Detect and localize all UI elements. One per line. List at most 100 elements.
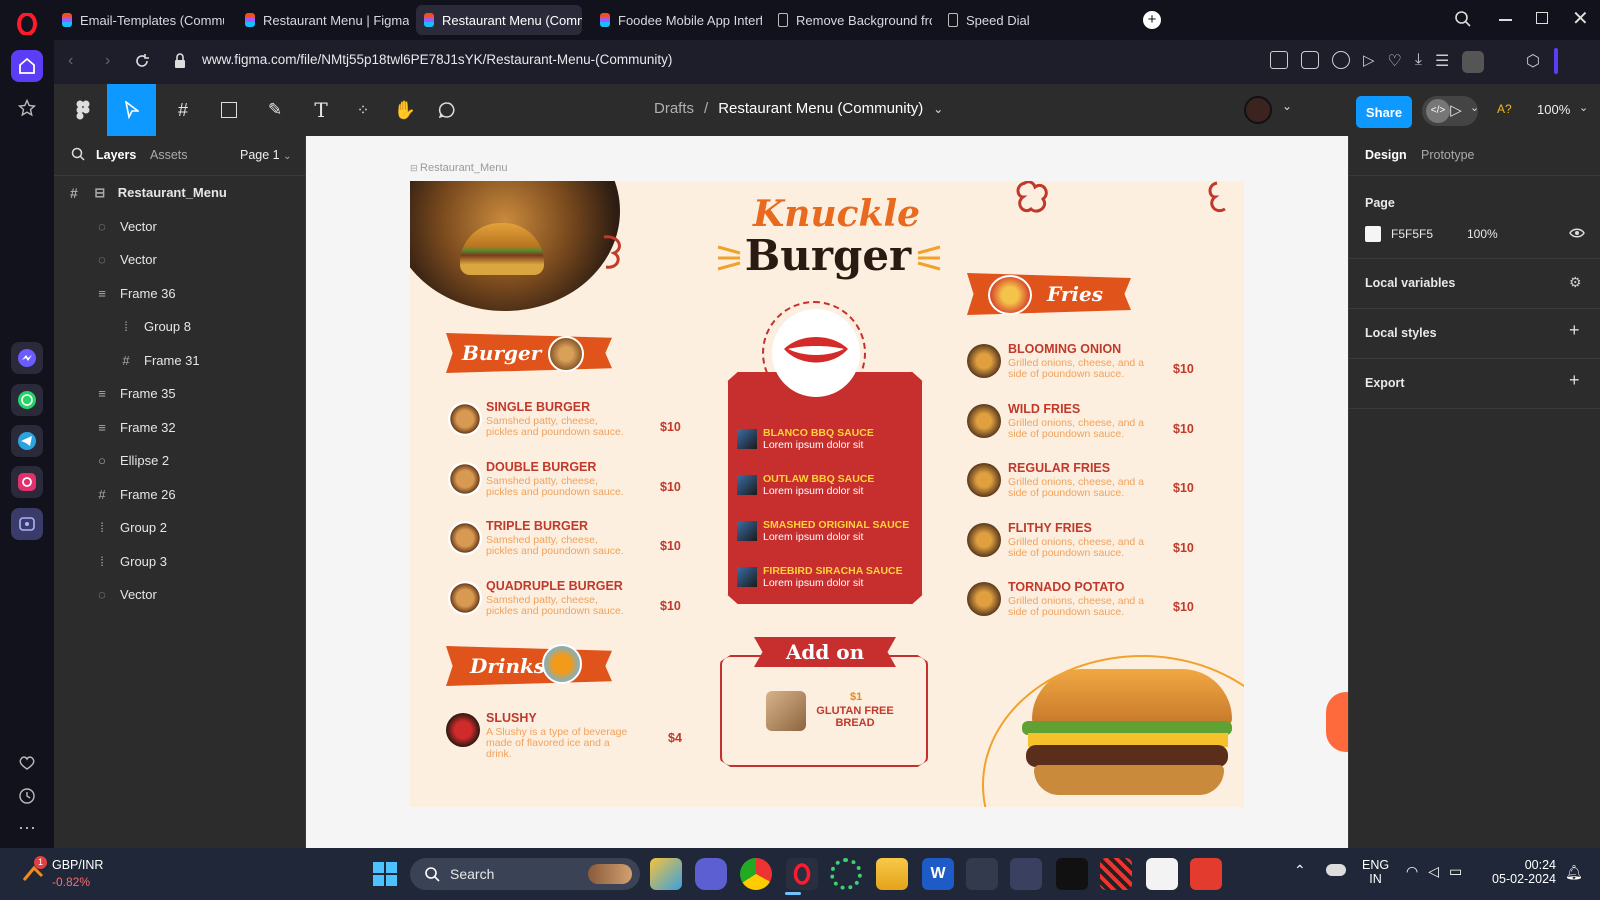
tray-chevron-up-icon[interactable]: ⌃ [1294, 862, 1306, 879]
download-icon[interactable]: ⤓ [1415, 51, 1422, 73]
instagram-icon[interactable] [11, 466, 43, 498]
onedrive-cloud-icon[interactable] [1326, 864, 1346, 876]
page-opacity-value[interactable]: 100% [1467, 227, 1498, 241]
resources-tool-icon[interactable]: ⁘ [350, 94, 376, 126]
favorite-heart-icon[interactable]: ♡ [1388, 51, 1402, 73]
text-tool-icon[interactable]: T [308, 94, 334, 126]
hand-tool-icon[interactable]: ✋ [392, 94, 418, 126]
profile-icon[interactable] [1462, 51, 1485, 73]
layer-row[interactable]: ≡ Frame 32 [54, 411, 305, 444]
tab-design[interactable]: Design [1365, 148, 1407, 162]
add-style-plus-icon[interactable]: + [1569, 320, 1580, 341]
history-clock-icon[interactable] [11, 780, 43, 812]
more-dots-icon[interactable]: ⋯ [11, 812, 43, 844]
windows-start-icon[interactable] [372, 861, 398, 887]
main-menu-figma-icon[interactable] [66, 94, 100, 126]
heart-icon[interactable] [11, 747, 43, 779]
minimize-icon[interactable] [1499, 19, 1512, 21]
taskbar-search[interactable]: Search [410, 858, 640, 890]
canvas[interactable]: ⊟ Restaurant_Menu Knuckle Burger Burger … [306, 136, 1348, 848]
frame-label[interactable]: ⊟ Restaurant_Menu [410, 162, 508, 174]
edit-icon[interactable] [1270, 51, 1288, 69]
easy-setup-icon[interactable]: ☰ [1435, 51, 1449, 73]
breadcrumb-drafts[interactable]: Drafts [654, 100, 694, 117]
adblock-icon[interactable] [1332, 51, 1350, 69]
browser-tab[interactable]: Email-Templates (Commun [54, 5, 224, 35]
pen-tool-icon[interactable]: ✎ [258, 94, 292, 126]
opera-logo-icon[interactable] [11, 8, 43, 40]
move-tool-icon[interactable] [107, 84, 156, 136]
layer-row[interactable]: # Frame 26 [54, 478, 305, 511]
browser-tab[interactable]: Speed Dial [940, 5, 1050, 35]
browser-tab[interactable]: Restaurant Menu | Figma [237, 5, 409, 35]
pdf-app-icon[interactable] [1190, 858, 1222, 890]
layer-row[interactable]: ≡ Frame 35 [54, 377, 305, 410]
tab-prototype[interactable]: Prototype [1421, 148, 1475, 162]
tab-assets[interactable]: Assets [150, 148, 188, 162]
layer-row[interactable]: ⁞ Group 8 [54, 310, 305, 343]
game-app-icon[interactable] [966, 858, 998, 890]
zoom-chevron-down-icon[interactable]: ⌄ [1579, 101, 1588, 114]
layer-row[interactable]: # ⊟ Restaurant_Menu [54, 176, 305, 209]
telegram-icon[interactable] [11, 425, 43, 457]
widgets-app-icon[interactable] [650, 858, 682, 890]
opera-app-icon[interactable] [786, 858, 818, 890]
browser-tab[interactable]: Restaurant Menu (Commu [416, 5, 582, 35]
zoom-level[interactable]: 100% [1537, 102, 1570, 117]
messenger-icon[interactable] [11, 342, 43, 374]
page-selector[interactable]: Page 1 ⌄ [240, 148, 292, 162]
calculator-app-icon[interactable] [1010, 858, 1042, 890]
stock-widget-icon[interactable]: 1 [22, 856, 47, 886]
checker-app-icon[interactable] [1100, 858, 1132, 890]
browser-tab[interactable]: Remove Background from [770, 5, 932, 35]
variables-settings-icon[interactable]: ⚙ [1569, 274, 1582, 291]
system-tray[interactable]: ◠ ◁ ▭ [1406, 863, 1462, 880]
layer-row[interactable]: ◌ Vector [54, 210, 305, 243]
restore-window-icon[interactable] [1536, 12, 1548, 24]
present-chevron-down-icon[interactable]: ⌄ [1470, 101, 1479, 114]
add-export-plus-icon[interactable]: + [1569, 370, 1580, 391]
music-player-icon[interactable] [11, 508, 43, 540]
share-button[interactable]: Share [1356, 96, 1412, 128]
browser-tab[interactable]: Foodee Mobile App Interf [592, 5, 762, 35]
layer-row[interactable]: ◌ Vector [54, 578, 305, 611]
file-name[interactable]: Restaurant Menu (Community) [718, 100, 923, 117]
media-app-icon[interactable] [1056, 858, 1088, 890]
layer-row[interactable]: # Frame 31 [54, 344, 305, 377]
present-play-icon[interactable]: ▷ [1444, 94, 1468, 126]
page-color-swatch[interactable] [1365, 226, 1381, 242]
file-menu-chevron-down-icon[interactable]: ⌄ [933, 100, 943, 117]
avatar[interactable] [1244, 96, 1272, 124]
layer-row[interactable]: ⁞ Group 2 [54, 511, 305, 544]
word-app-icon[interactable]: W [922, 858, 954, 890]
play-icon[interactable]: ▷ [1363, 51, 1375, 73]
tab-layers[interactable]: Layers [96, 148, 136, 162]
layer-row[interactable]: ◌ Vector [54, 243, 305, 276]
floating-ai-assistant[interactable] [1326, 692, 1348, 752]
visibility-eye-icon[interactable] [1569, 226, 1585, 240]
close-window-icon[interactable]: ✕ [1572, 6, 1589, 31]
bookmarks-star-icon[interactable] [11, 92, 43, 124]
url-field[interactable]: www.figma.com/file/NMtj55p18twl6PE78J1sY… [202, 52, 672, 67]
extensions-cube-icon[interactable]: ⬡ [1526, 51, 1540, 71]
rectangle-tool-icon[interactable] [212, 94, 246, 126]
page-color-value[interactable]: F5F5F5 [1391, 227, 1433, 241]
meet-app-icon[interactable] [695, 858, 727, 890]
tab-search-icon[interactable] [1454, 10, 1472, 28]
store-app-icon[interactable] [1146, 858, 1178, 890]
restaurant-menu-frame[interactable]: Knuckle Burger Burger SINGLE BURGER Samsh… [410, 181, 1244, 807]
layer-row[interactable]: ⁞ Group 3 [54, 545, 305, 578]
back-icon[interactable]: ‹ [68, 52, 73, 70]
camera-icon[interactable] [1301, 51, 1319, 69]
comment-tool-icon[interactable] [434, 94, 460, 126]
language-indicator[interactable]: ENG IN [1362, 858, 1389, 886]
frame-tool-icon[interactable]: # [166, 94, 200, 126]
layer-row[interactable]: ○ Ellipse 2 [54, 444, 305, 477]
reload-icon[interactable] [134, 53, 150, 69]
ai-badge[interactable]: A? [1497, 102, 1512, 116]
forward-icon[interactable]: › [105, 52, 110, 70]
clock[interactable]: 00:24 05-02-2024 [1486, 858, 1556, 886]
loader-app-icon[interactable] [830, 858, 862, 890]
avatar-chevron-down-icon[interactable]: ⌄ [1282, 99, 1292, 113]
layer-row[interactable]: ≡ Frame 36 [54, 277, 305, 310]
